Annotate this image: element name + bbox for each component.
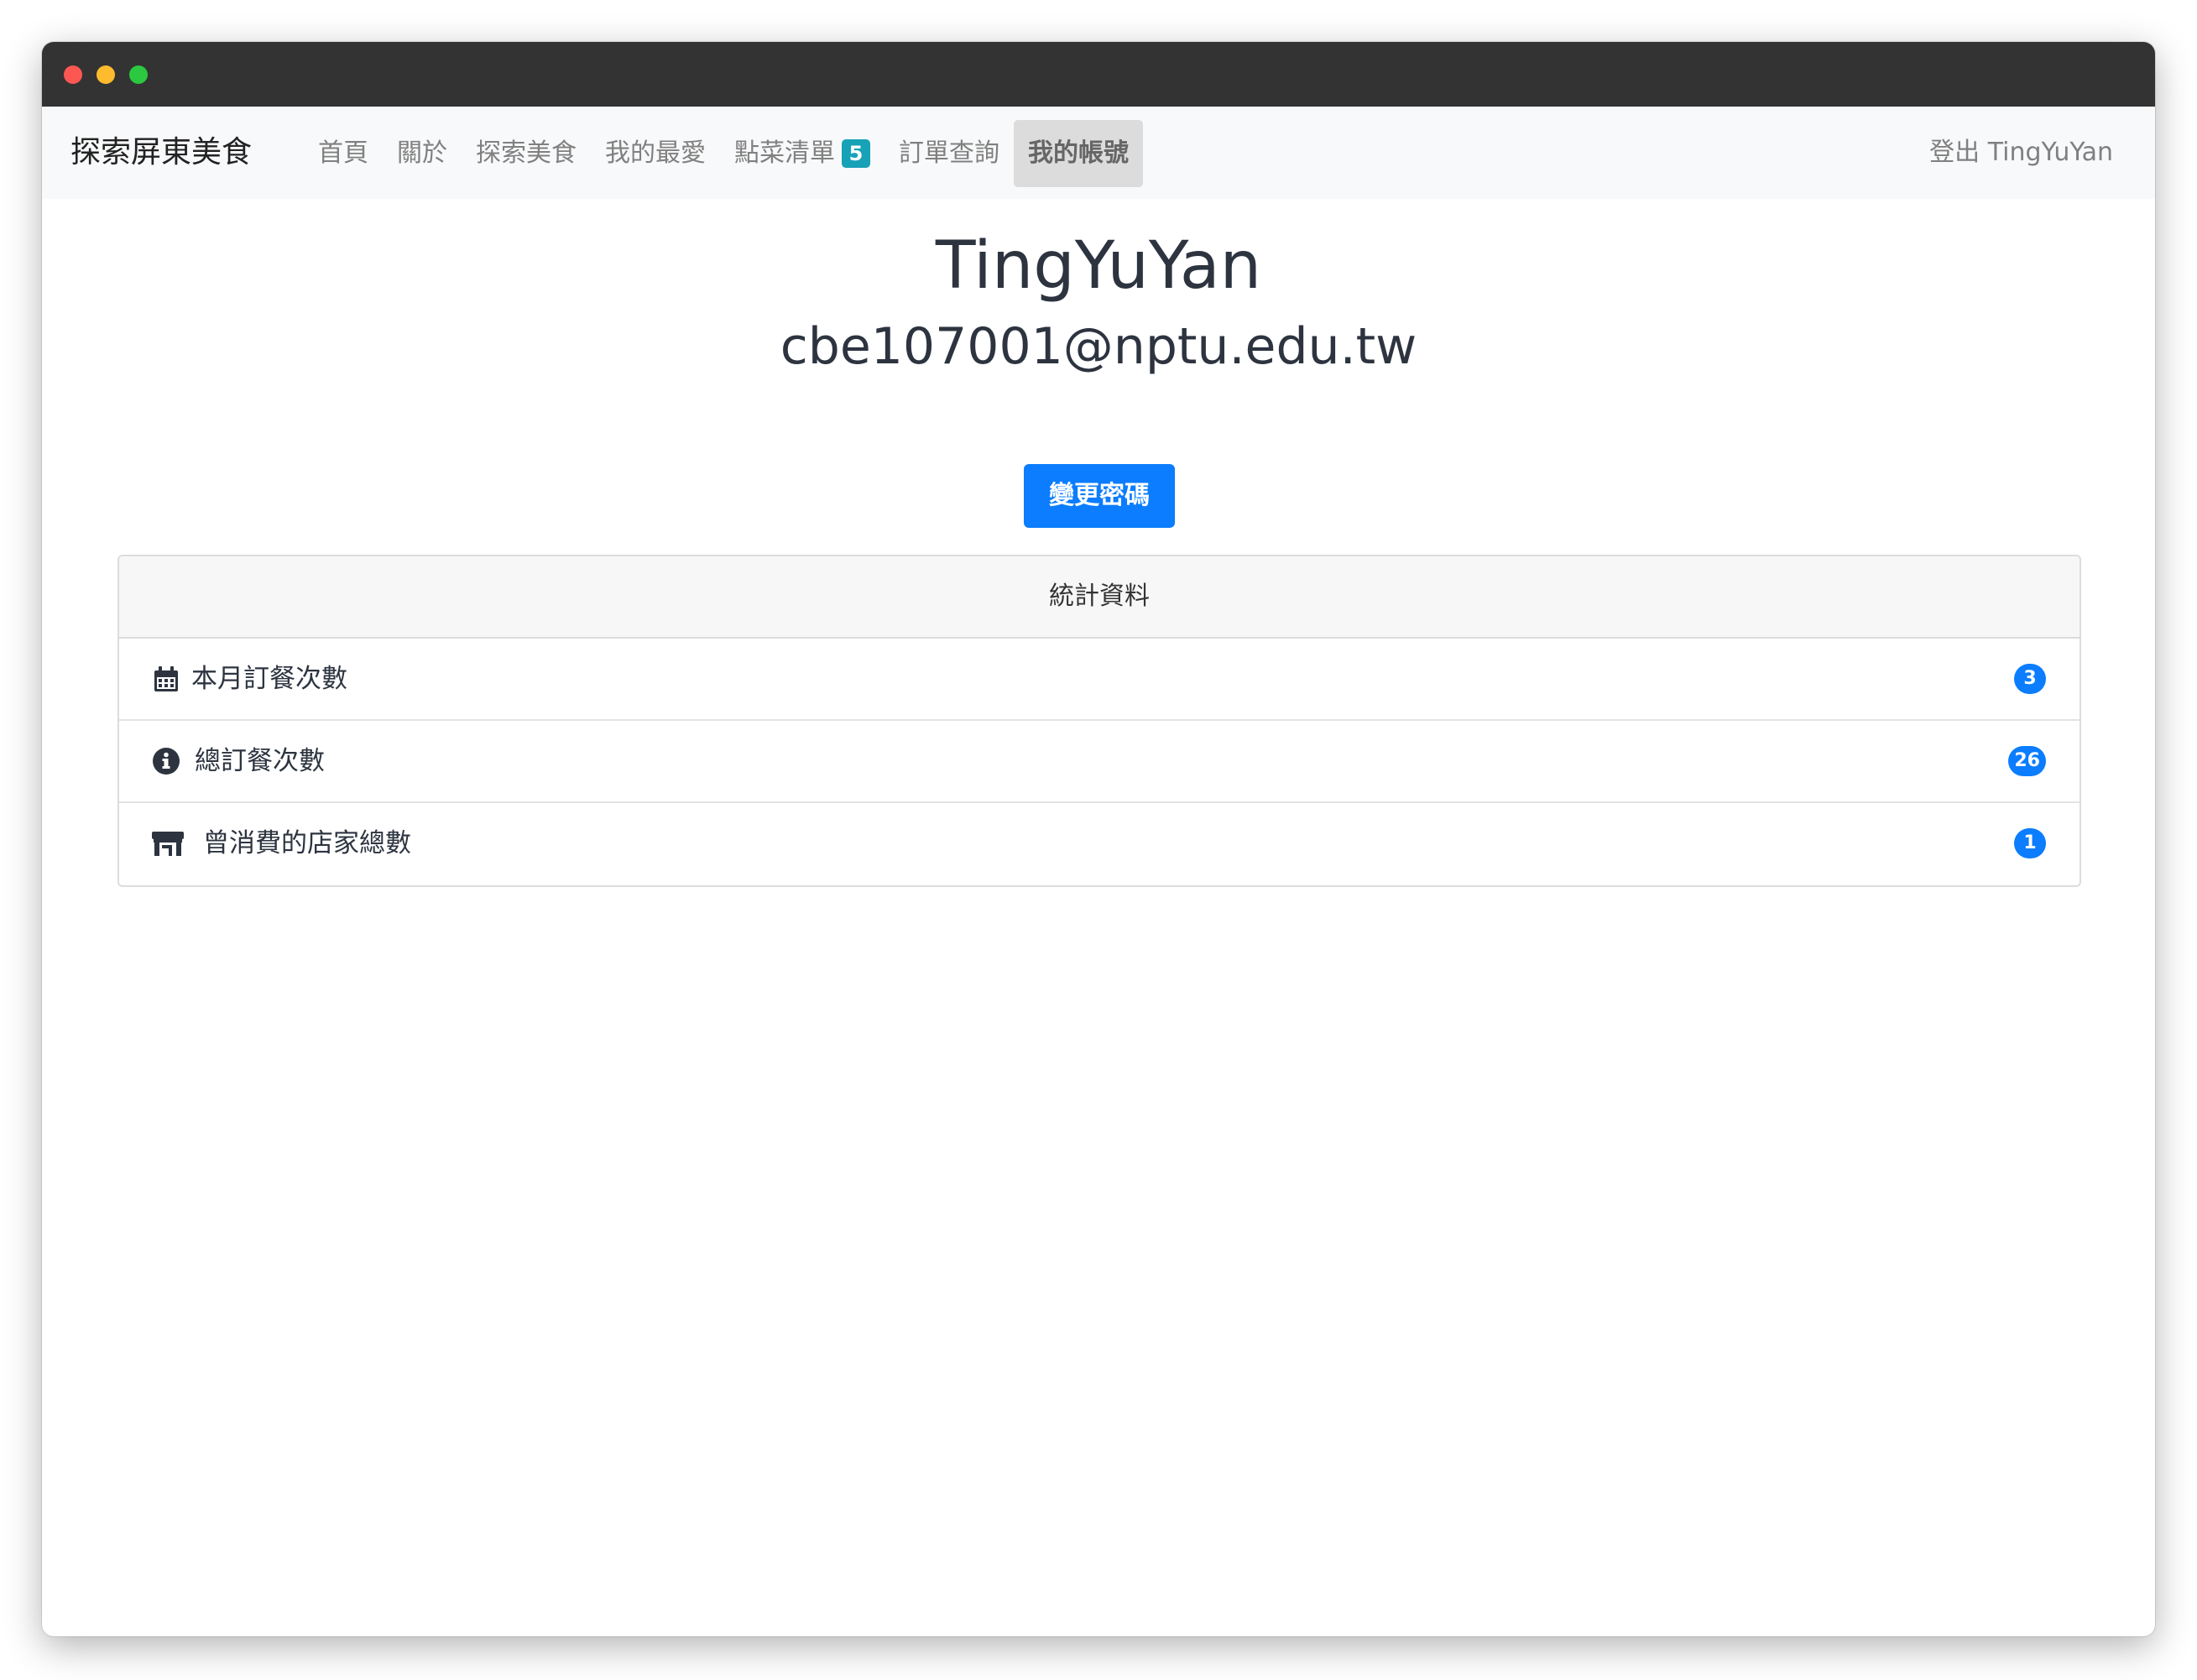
stats-item-label: 本月訂餐次數 <box>191 664 347 694</box>
nav-item-label: 訂單查詢 <box>899 138 999 168</box>
nav-item-about[interactable]: 關於 <box>383 120 462 187</box>
stats-card-header: 統計資料 <box>119 556 2080 639</box>
nav-item-order-list[interactable]: 點菜清單 5 <box>720 120 885 187</box>
nav-menu: 首頁 關於 探索美食 我的最愛 點菜清單 5 訂單查詢 我的帳號 <box>304 120 1143 187</box>
stats-list-item: 曾消費的店家總數 1 <box>119 803 2080 884</box>
store-icon <box>151 828 185 858</box>
stats-count-badge: 3 <box>2014 664 2046 694</box>
nav-item-order-query[interactable]: 訂單查詢 <box>885 120 1014 187</box>
nav-item-my-account[interactable]: 我的帳號 <box>1014 120 1143 187</box>
nav-item-label: 首頁 <box>318 138 368 168</box>
nav-item-label: 我的最愛 <box>605 138 706 168</box>
minimize-window-button[interactable] <box>97 65 115 84</box>
stats-card: 統計資料 本月訂餐次數 3 總訂餐次數 26 曾消費的店家總數 1 <box>117 555 2081 887</box>
nav-item-explore-food[interactable]: 探索美食 <box>462 120 591 187</box>
close-window-button[interactable] <box>64 65 82 84</box>
top-navbar: 探索屏東美食 首頁 關於 探索美食 我的最愛 點菜清單 5 訂單查詢 我的帳號 登… <box>42 107 2155 199</box>
browser-window: 探索屏東美食 首頁 關於 探索美食 我的最愛 點菜清單 5 訂單查詢 我的帳號 登… <box>42 42 2155 1636</box>
nav-item-label: 我的帳號 <box>1028 138 1129 168</box>
profile-email: cbe107001@nptu.edu.tw <box>780 317 1417 376</box>
nav-item-label: 關於 <box>397 138 447 168</box>
logout-link[interactable]: 登出 TingYuYan <box>1929 107 2113 199</box>
stats-list-item: 總訂餐次數 26 <box>119 721 2080 803</box>
account-page: TingYuYan cbe107001@nptu.edu.tw 變更密碼 統計資… <box>42 199 2155 1636</box>
window-titlebar <box>42 42 2155 107</box>
zoom-window-button[interactable] <box>129 65 148 84</box>
change-password-button[interactable]: 變更密碼 <box>1024 464 1175 528</box>
info-circle-icon <box>151 746 181 776</box>
stats-item-label: 曾消費的店家總數 <box>203 828 411 858</box>
navbar-brand[interactable]: 探索屏東美食 <box>70 107 252 199</box>
stats-item-label: 總訂餐次數 <box>195 746 325 776</box>
nav-item-label: 點菜清單 <box>734 138 835 168</box>
stats-count-badge: 1 <box>2014 828 2046 858</box>
nav-item-home[interactable]: 首頁 <box>304 120 383 187</box>
nav-item-label: 探索美食 <box>476 138 577 168</box>
calendar-icon <box>151 664 181 694</box>
profile-username: TingYuYan <box>935 228 1262 304</box>
nav-item-favorites[interactable]: 我的最愛 <box>591 120 720 187</box>
stats-count-badge: 26 <box>2008 746 2046 776</box>
stats-list-item: 本月訂餐次數 3 <box>119 639 2080 721</box>
order-list-count-badge: 5 <box>842 139 870 168</box>
